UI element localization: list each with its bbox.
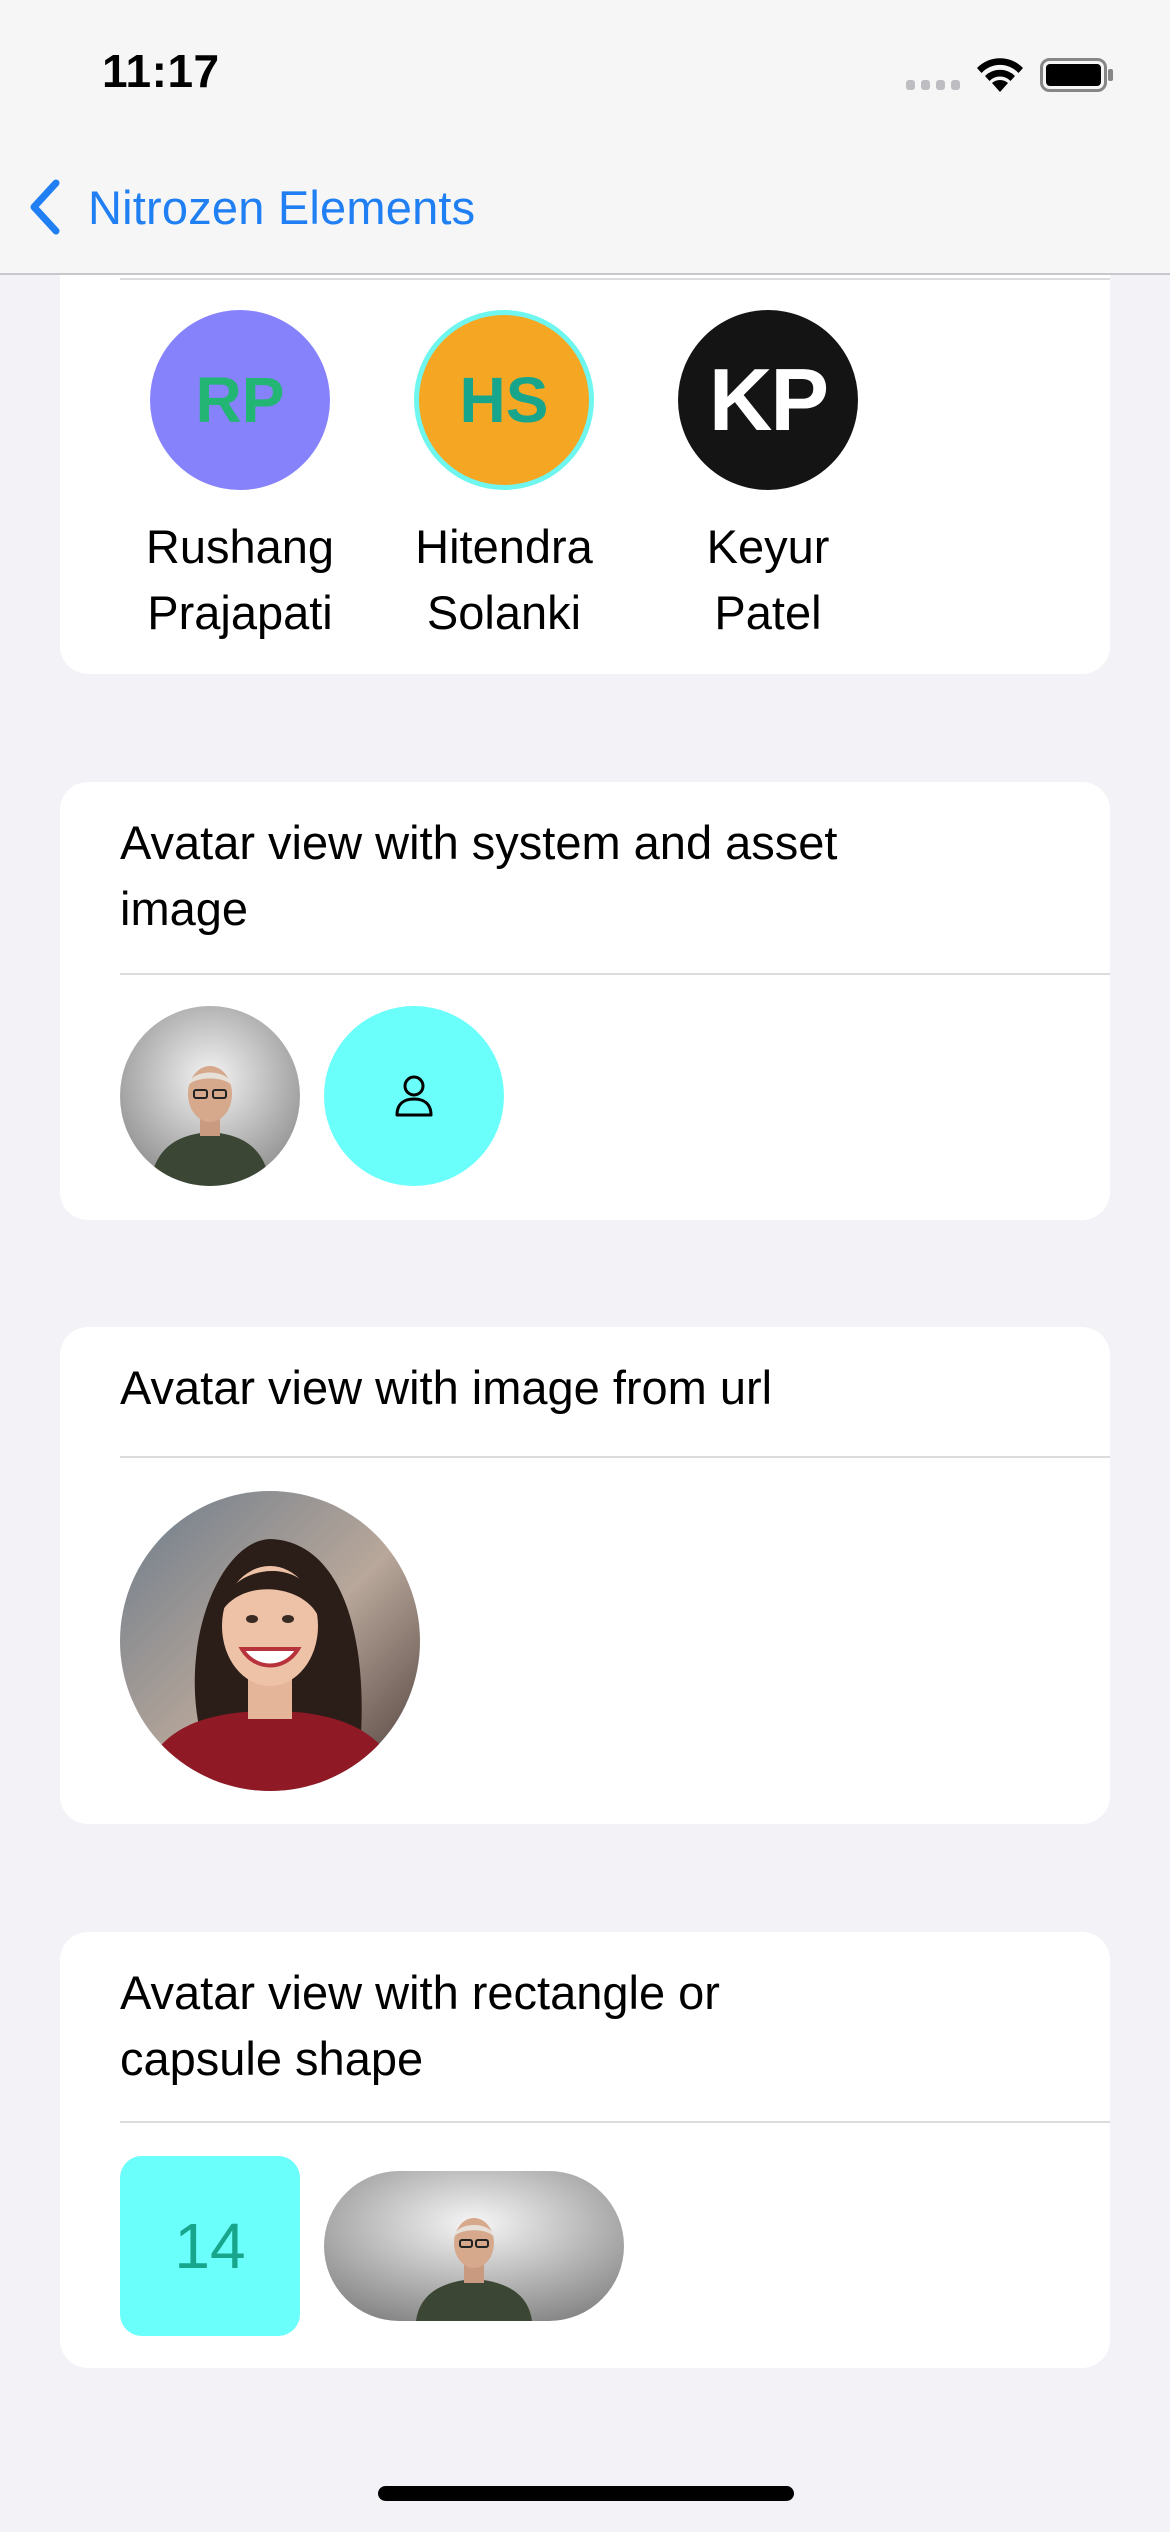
chevron-left-icon: [30, 179, 60, 235]
first-name: Rushang: [145, 520, 335, 573]
url-avatar-card: Avatar view with image from url: [60, 1327, 1110, 1824]
last-name: Prajapati: [147, 586, 333, 639]
asset-avatar-photo: [120, 1006, 300, 1186]
avatar-name: Keyur Patel: [638, 514, 898, 646]
system-avatar: [324, 1006, 504, 1186]
card-title: Avatar view with rectangle or capsule sh…: [120, 1966, 720, 2085]
avatar-rp: RP: [150, 310, 330, 490]
divider: [120, 278, 1110, 280]
avatar-hs: HS: [414, 310, 594, 490]
back-button-label: Nitrozen Elements: [88, 180, 476, 234]
battery-icon: [1040, 58, 1113, 92]
initials-avatars-card: RP Rushang Prajapati HS Hitendra Solanki…: [60, 230, 1110, 674]
avatar-name: Rushang Prajapati: [110, 514, 370, 646]
system-asset-avatar-card: Avatar view with system and asset image: [60, 782, 1110, 1220]
url-avatar-photo: [120, 1491, 420, 1791]
divider: [120, 2121, 1110, 2123]
navigation-bar: 11:17 Nitrozen Elements: [0, 0, 1170, 275]
status-time: 11:17: [102, 45, 220, 97]
avatar-initials: KP: [708, 350, 829, 449]
back-button[interactable]: Nitrozen Elements: [24, 172, 475, 242]
avatar-name: Hitendra Solanki: [374, 514, 634, 646]
shape-avatar-card: Avatar view with rectangle or capsule sh…: [60, 1932, 1110, 2368]
first-name: Hitendra: [415, 520, 593, 573]
wifi-icon: [977, 58, 1023, 92]
avatar-initials: HS: [459, 364, 549, 436]
divider: [120, 1456, 1110, 1458]
rectangle-avatar: 14: [120, 2156, 300, 2336]
home-indicator[interactable]: [378, 2486, 794, 2501]
person-icon: [395, 1075, 433, 1117]
divider: [120, 973, 1110, 975]
card-title: Avatar view with image from url: [120, 1361, 773, 1414]
avatar-initials: RP: [195, 364, 285, 436]
avatar-kp: KP: [678, 310, 858, 490]
last-name: Solanki: [426, 586, 582, 639]
last-name: Patel: [714, 586, 822, 639]
first-name: Keyur: [706, 520, 830, 573]
avatar-number: 14: [174, 2210, 246, 2282]
capsule-avatar-photo: [324, 2171, 624, 2321]
card-title: Avatar view with system and asset image: [120, 816, 838, 935]
cellular-signal-icon: [906, 80, 960, 92]
